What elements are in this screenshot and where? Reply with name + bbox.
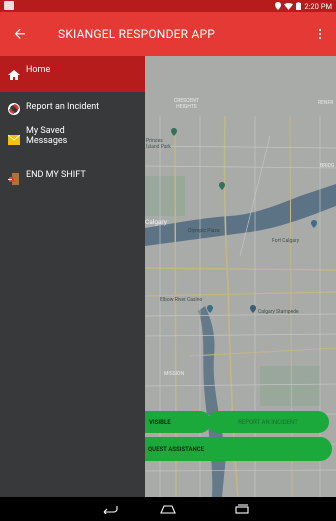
map-label-elbow-river-casino: Elbow River Casino [160, 297, 203, 303]
nav-recents-icon [235, 504, 249, 514]
drawer-item-label: Home [26, 65, 51, 75]
map-label-olympic-plaza: Olympic Plaza [188, 228, 220, 234]
report-incident-button-label: REPORT AN INCIDENT [238, 418, 298, 426]
status-indicators: 2:20 PM [275, 0, 332, 12]
envelope-icon [8, 134, 20, 145]
location-icon [275, 2, 282, 10]
map-label-crescent-heights: CRESCENT HEIGHTS [174, 98, 199, 110]
drawer-item-home[interactable]: Home [0, 56, 145, 92]
battery-icon [296, 2, 302, 10]
back-button[interactable] [8, 22, 32, 46]
drawer-item-end-shift[interactable]: END MY SHIFT [0, 160, 145, 206]
map-pin-icon [250, 305, 256, 313]
app-title: SKIANGEL RESPONDER APP [58, 27, 216, 41]
notification-icon [4, 1, 14, 10]
map-label-renfrew: RENFR [318, 100, 334, 106]
nav-recents-button[interactable] [227, 497, 257, 521]
wifi-icon [284, 2, 294, 10]
request-assistance-button-label: QUEST ASSISTANCE [148, 445, 205, 453]
more-vert-icon [318, 28, 322, 40]
navigation-drawer: Home Report an Incident My Saved Message… [0, 56, 145, 497]
map-label-calgary-stampede: Calgary Stampede [258, 309, 299, 315]
nav-back-button[interactable] [95, 497, 125, 521]
lifebuoy-icon [8, 103, 20, 115]
map-pin-icon [311, 220, 317, 228]
drawer-item-saved-messages[interactable]: My Saved Messages [0, 122, 145, 160]
nav-home-icon [160, 505, 176, 514]
visible-button-label: VISIBLE [149, 418, 171, 426]
system-navigation-bar [0, 497, 336, 521]
drawer-item-label: END MY SHIFT [26, 170, 86, 180]
drawer-item-label: My Saved Messages [26, 126, 68, 146]
report-incident-button[interactable]: REPORT AN INCIDENT [207, 411, 329, 433]
status-time: 2:20 PM [304, 1, 332, 11]
status-bar: 2:20 PM [0, 0, 336, 12]
map-pin-icon [207, 305, 213, 313]
request-assistance-button[interactable]: QUEST ASSISTANCE [145, 437, 332, 461]
drawer-item-report-incident[interactable]: Report an Incident [0, 92, 145, 122]
map-label-fort-calgary: Fort Calgary [272, 238, 300, 244]
map-pin-icon [171, 128, 177, 136]
map-label-mission: MISSION [164, 371, 185, 377]
exit-door-icon [8, 173, 19, 185]
overflow-menu-button[interactable] [310, 22, 330, 46]
map-label-calgary: Calgary [145, 218, 167, 226]
nav-home-button[interactable] [153, 497, 183, 521]
map-label-princes-island: Princes Island Park [146, 138, 171, 150]
visible-toggle-button[interactable]: VISIBLE [145, 411, 211, 433]
drawer-item-label: Report an Incident [26, 102, 100, 112]
nav-back-icon [103, 506, 118, 514]
app-bar: SKIANGEL RESPONDER APP [0, 12, 336, 56]
arrow-back-icon [14, 28, 25, 39]
map-label-bridgeland: BRIDG [320, 163, 335, 169]
home-icon [8, 70, 20, 80]
map-pin-icon [219, 182, 225, 190]
